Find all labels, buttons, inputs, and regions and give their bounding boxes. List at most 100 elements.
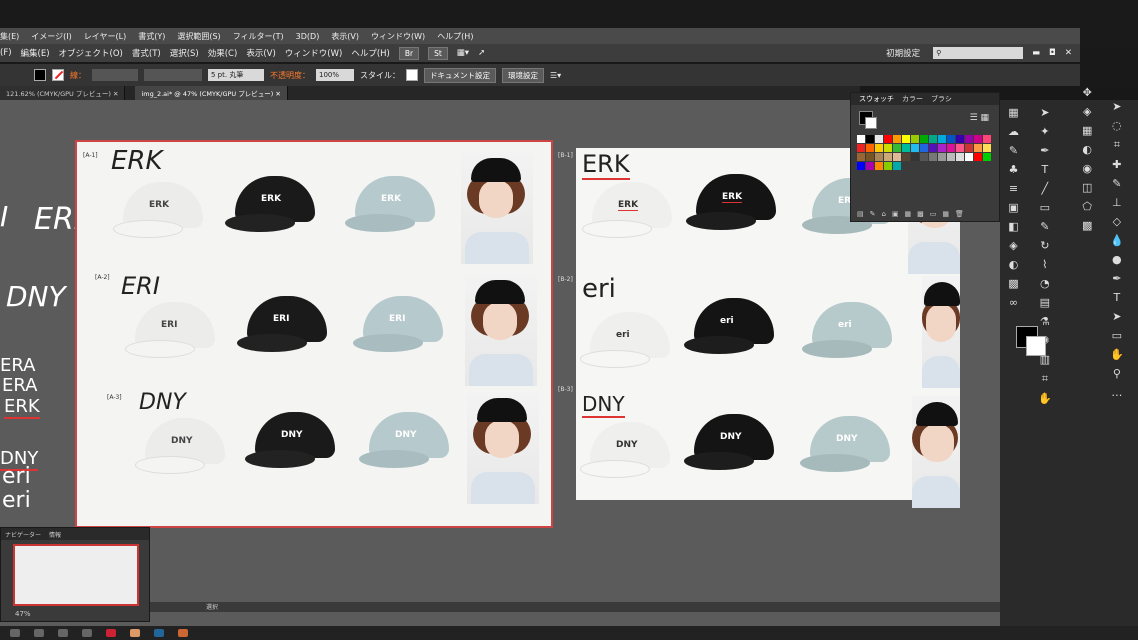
width-tool-icon[interactable]: ⌇ [1042,258,1047,271]
fill-swatch[interactable] [34,69,46,81]
gradient-tool-icon[interactable]: ▤ [1040,296,1050,309]
selection-tool-icon[interactable]: ➤ [1040,106,1049,119]
tab-doc-1[interactable]: 121.62% (CMYK/GPU プレビュー) ✕ [0,86,126,100]
brush-definition[interactable]: 5 pt. 丸筆 [208,69,264,81]
hand-tool-icon[interactable]: ✋ [1038,392,1052,405]
swatch-chip[interactable] [902,135,910,143]
search-input[interactable]: ⚲ [933,47,1024,59]
opacity-field[interactable]: 100% [316,69,354,81]
swatch-chip[interactable] [884,135,892,143]
cap-black[interactable]: eri [684,294,784,364]
cap-white[interactable]: ERK [113,178,213,248]
menu-item-view[interactable]: 表示(V) [246,47,275,59]
adjust-icon[interactable]: ◐ [1082,143,1092,156]
taskbar-app-icon[interactable] [82,629,92,637]
menu-item-window[interactable]: ウィンドウ(W) [285,47,343,59]
variable-width-field[interactable] [144,69,202,81]
menu-item-select[interactable]: 選択(S) [170,47,199,59]
swatch-chip[interactable] [956,135,964,143]
swatch-chip[interactable] [947,144,955,152]
logo-text[interactable]: eri [2,488,31,513]
swatch-chip[interactable] [983,153,991,161]
list-view-icon[interactable]: ☰ ▦ [970,113,989,123]
cap-denim[interactable]: ERI [353,292,453,362]
links-icon[interactable]: ∞ [1009,296,1018,309]
brush-icon[interactable]: ✎ [1009,144,1018,157]
stroke-swatch[interactable] [865,117,877,129]
taskbar-app-icon[interactable] [154,629,164,637]
eraser-icon[interactable]: ◇ [1113,215,1121,228]
arrow-tool-icon[interactable]: ➤ [1112,100,1121,113]
cap-denim[interactable]: DNY [800,412,900,482]
cap-white[interactable]: ERI [125,298,225,368]
taskbar-app-icon[interactable] [10,629,20,637]
swatch-chip[interactable] [974,144,982,152]
hand-ps-icon[interactable]: ✋ [1110,348,1124,361]
logo-text[interactable]: I [0,200,8,233]
menu-item-3d[interactable]: 3D(D) [296,32,320,41]
logo-text[interactable]: DNY [6,280,66,313]
swatch-chip[interactable] [893,153,901,161]
swatch-chip[interactable] [866,135,874,143]
taskbar-app-icon[interactable] [34,629,44,637]
model-photo[interactable] [922,276,960,388]
menu-item-edit[interactable]: 集(E) [0,31,19,42]
paintbrush-tool-icon[interactable]: ✎ [1040,220,1049,233]
eye-icon[interactable]: ◉ [1082,162,1092,175]
type-tool-icon[interactable]: T [1041,163,1048,176]
minimize-icon[interactable]: ▬ [1032,48,1040,58]
pathfinder-icon[interactable]: ◧ [1008,220,1018,233]
healing-icon[interactable]: ✚ [1112,158,1121,171]
cap-white[interactable]: ERK [582,178,682,248]
swatch-chip[interactable] [884,162,892,170]
swatch-chip[interactable] [965,144,973,152]
tab-navigator[interactable]: ナビゲーター [5,530,41,539]
swatch-chip[interactable] [875,144,883,152]
symbols-icon[interactable]: ♣ [1009,163,1019,176]
logo-text[interactable]: ERA [2,375,37,396]
swatch-chip[interactable] [875,135,883,143]
swatch-chip[interactable] [929,144,937,152]
logo-text[interactable]: eri [2,464,31,489]
swatch-chip[interactable] [875,162,883,170]
swatch-chip[interactable] [893,144,901,152]
cap-black[interactable]: ERI [237,292,337,362]
bridge-button[interactable]: Br [398,46,420,60]
artboards-icon[interactable]: ▦ [1008,106,1018,119]
navigator-zoom[interactable]: 47% [15,610,31,618]
swatches-panel[interactable]: スウォッチ カラー ブラシ ☰ ▦ ▤✎⌂▣▦▩▭▦🗑 [850,92,1000,222]
channels-icon[interactable]: ◫ [1082,181,1092,194]
swatch-chip[interactable] [983,144,991,152]
swatch-chip[interactable] [920,144,928,152]
stroke-swatch[interactable] [52,69,64,81]
cap-black[interactable]: ERK [686,170,786,240]
workspace-switcher[interactable]: 初期設定 [886,47,920,59]
swatch-chip[interactable] [974,135,982,143]
crop-icon[interactable]: ⌗ [1114,138,1120,152]
swatch-chip[interactable] [956,144,964,152]
tab-info[interactable]: 情報 [49,530,61,539]
menu-item-help[interactable]: ヘルプ(H) [351,47,390,59]
cap-denim[interactable]: eri [802,298,902,368]
tab-swatches[interactable]: スウォッチ [859,94,894,104]
taskbar-app-icon[interactable] [130,629,140,637]
appearance-icon[interactable]: ◐ [1009,258,1019,271]
menu-item-filter[interactable]: フィルター(T) [233,31,284,42]
graphic-styles-icon[interactable]: ▩ [1008,277,1018,290]
layers-ps-icon[interactable]: ◈ [1083,105,1091,118]
model-photo[interactable] [467,392,539,504]
swatch-chip[interactable] [965,135,973,143]
menu-item-window[interactable]: ウィンドウ(W) [371,31,425,42]
arrange-docs-icon[interactable]: ▦▾ [457,48,469,58]
swatch-chip[interactable] [983,135,991,143]
swatch-chip[interactable] [974,153,982,161]
swatch-chip[interactable] [947,135,955,143]
stock-button[interactable]: St [428,46,448,60]
taskbar-app-icon[interactable] [178,629,188,637]
lasso-icon[interactable]: ◌ [1112,119,1122,132]
cap-black[interactable]: DNY [245,408,345,478]
line-tool-icon[interactable]: ╱ [1042,182,1049,195]
gpu-rocket-icon[interactable]: ➚ [478,48,485,58]
tab-color[interactable]: カラー [902,94,923,104]
transform-icon[interactable]: ▣ [1008,201,1018,214]
